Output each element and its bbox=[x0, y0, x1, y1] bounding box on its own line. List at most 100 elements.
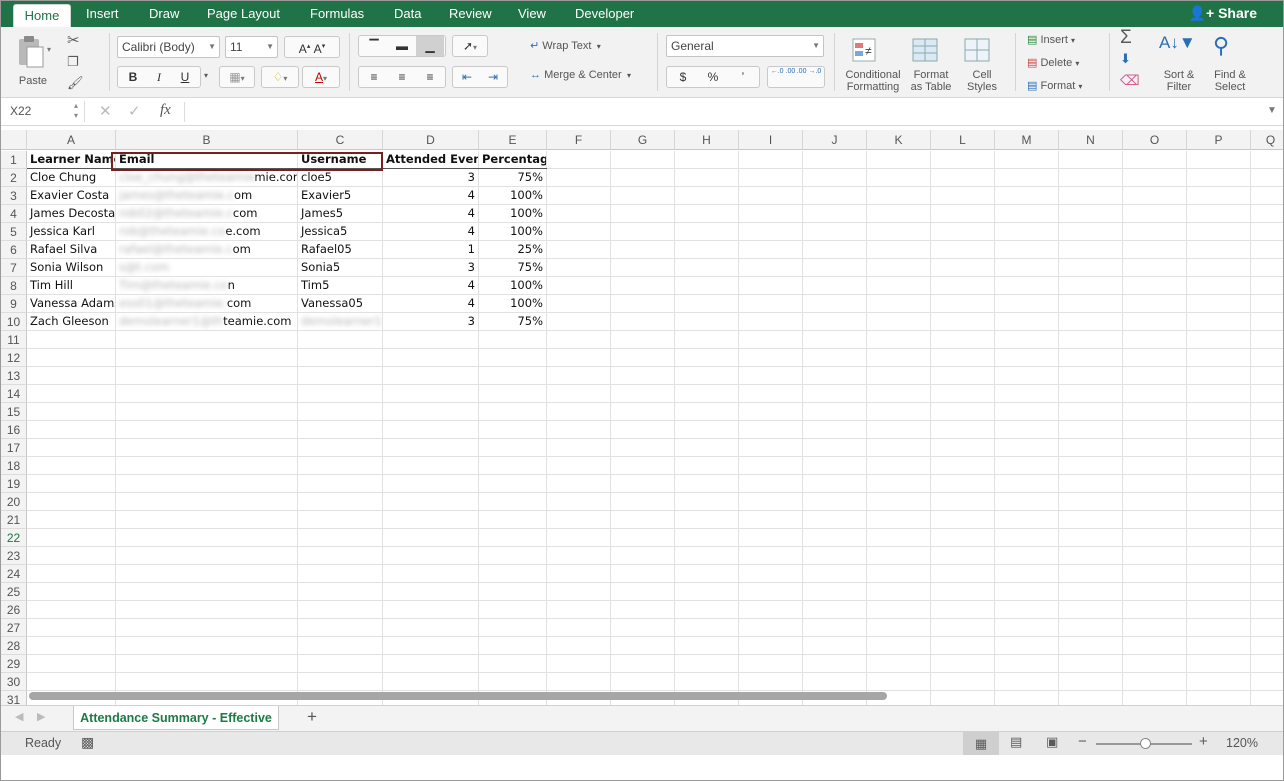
grid-cell[interactable] bbox=[1059, 493, 1123, 511]
column-header[interactable]: E bbox=[479, 130, 547, 150]
grid-cell[interactable] bbox=[611, 223, 675, 241]
grid-cell[interactable] bbox=[931, 277, 995, 295]
grid-cell[interactable]: Jessica5 bbox=[298, 223, 383, 241]
wrap-text-button[interactable]: ↵ Wrap Text ▾ bbox=[530, 39, 601, 52]
grid-cell[interactable] bbox=[611, 673, 675, 691]
grid-cell[interactable] bbox=[675, 529, 739, 547]
grid-cell[interactable] bbox=[1251, 511, 1283, 529]
grid-cell[interactable] bbox=[547, 457, 611, 475]
grid-cell[interactable] bbox=[675, 259, 739, 277]
grid-cell[interactable]: 100% bbox=[479, 205, 547, 223]
grid-cell[interactable]: James Decosta bbox=[27, 205, 116, 223]
grid-cell[interactable] bbox=[116, 475, 298, 493]
prev-sheet-icon[interactable]: ◀ bbox=[15, 710, 23, 723]
grid-cell[interactable] bbox=[611, 313, 675, 331]
grid-cell[interactable] bbox=[1187, 169, 1251, 187]
grid-cell[interactable]: Sonia5 bbox=[298, 259, 383, 277]
grid-cell[interactable] bbox=[867, 277, 931, 295]
grid-cell[interactable] bbox=[611, 493, 675, 511]
grid-cell[interactable] bbox=[867, 313, 931, 331]
align-bottom-icon[interactable]: ▁ bbox=[416, 36, 444, 56]
grid-cell[interactable] bbox=[803, 385, 867, 403]
column-header[interactable]: A bbox=[27, 130, 116, 150]
grid-cell[interactable] bbox=[547, 385, 611, 403]
grid-cell[interactable] bbox=[116, 331, 298, 349]
grid-cell[interactable] bbox=[298, 475, 383, 493]
fill-color-button[interactable]: ♢▾ bbox=[261, 66, 299, 88]
grid-cell[interactable] bbox=[803, 493, 867, 511]
grid-cell[interactable] bbox=[27, 583, 116, 601]
grid-cell[interactable] bbox=[547, 475, 611, 493]
grid-cell[interactable]: s@t.com bbox=[116, 259, 298, 277]
grid-cell[interactable] bbox=[675, 457, 739, 475]
grid-cell[interactable] bbox=[1187, 601, 1251, 619]
tab-formulas[interactable]: Formulas bbox=[310, 1, 364, 27]
grid-cell[interactable] bbox=[739, 385, 803, 403]
grid-cell[interactable] bbox=[931, 421, 995, 439]
grid-cell[interactable] bbox=[675, 619, 739, 637]
grid-cell[interactable] bbox=[479, 511, 547, 529]
grid-cell[interactable] bbox=[803, 547, 867, 565]
grid-cell[interactable] bbox=[675, 187, 739, 205]
grid-cell[interactable] bbox=[479, 457, 547, 475]
grid-cell[interactable] bbox=[675, 637, 739, 655]
grid-cell[interactable] bbox=[1123, 259, 1187, 277]
grid-cell[interactable] bbox=[1123, 277, 1187, 295]
grid-cell[interactable] bbox=[547, 295, 611, 313]
row-header[interactable]: 13 bbox=[1, 367, 27, 385]
grid-cell[interactable] bbox=[547, 673, 611, 691]
zoom-in-icon[interactable]: + bbox=[1199, 733, 1208, 750]
row-header[interactable]: 15 bbox=[1, 403, 27, 421]
column-header[interactable]: L bbox=[931, 130, 995, 150]
grid-cell[interactable] bbox=[479, 421, 547, 439]
grid-cell[interactable]: 100% bbox=[479, 277, 547, 295]
grid-cell[interactable] bbox=[547, 223, 611, 241]
grid-cell[interactable] bbox=[27, 511, 116, 529]
grid-cell[interactable]: 4 bbox=[383, 295, 479, 313]
grid-cell[interactable]: demolearner1@thteamie.com bbox=[116, 313, 298, 331]
grid-cell[interactable] bbox=[931, 565, 995, 583]
grid-cell[interactable] bbox=[739, 259, 803, 277]
grid-cell[interactable] bbox=[547, 529, 611, 547]
grid-cell[interactable] bbox=[739, 457, 803, 475]
zoom-slider-thumb[interactable] bbox=[1140, 738, 1151, 749]
decrease-indent-icon[interactable]: ⇤ bbox=[454, 67, 480, 87]
grid-cell[interactable] bbox=[1059, 277, 1123, 295]
decrease-decimal-icon[interactable]: .00 →.0 bbox=[796, 67, 822, 76]
align-left-icon[interactable]: ≡ bbox=[360, 67, 388, 87]
grid-cell[interactable] bbox=[1123, 349, 1187, 367]
grid-cell[interactable] bbox=[547, 655, 611, 673]
tab-developer[interactable]: Developer bbox=[575, 1, 634, 27]
grid-cell[interactable] bbox=[116, 637, 298, 655]
grid-cell[interactable] bbox=[1251, 673, 1283, 691]
grid-cell[interactable] bbox=[995, 205, 1059, 223]
grid-cell[interactable] bbox=[995, 277, 1059, 295]
scissors-icon[interactable]: ✂ bbox=[67, 31, 80, 49]
grid-cell[interactable] bbox=[611, 583, 675, 601]
grid-cell[interactable] bbox=[547, 151, 611, 169]
grid-cell[interactable] bbox=[1123, 241, 1187, 259]
grid-cell[interactable] bbox=[298, 403, 383, 421]
zoom-out-icon[interactable]: − bbox=[1078, 733, 1087, 750]
grid-cell[interactable] bbox=[803, 673, 867, 691]
tab-page-layout[interactable]: Page Layout bbox=[207, 1, 280, 27]
grid-cell[interactable] bbox=[739, 205, 803, 223]
grid-cell[interactable]: Tim@theteamie.con bbox=[116, 277, 298, 295]
grid-cell[interactable] bbox=[931, 529, 995, 547]
grid-cell[interactable] bbox=[803, 619, 867, 637]
grid-cell[interactable] bbox=[1059, 439, 1123, 457]
grid-cell[interactable] bbox=[611, 637, 675, 655]
grid-cell[interactable] bbox=[298, 457, 383, 475]
grid-cell[interactable] bbox=[675, 331, 739, 349]
column-header[interactable]: B bbox=[116, 130, 298, 150]
grid-cell[interactable] bbox=[27, 439, 116, 457]
chevron-down-icon[interactable]: ▾ bbox=[204, 71, 208, 80]
grid-cell[interactable] bbox=[931, 403, 995, 421]
row-header[interactable]: 1 bbox=[1, 151, 27, 169]
grid-cell[interactable] bbox=[1251, 331, 1283, 349]
grid-cell[interactable] bbox=[116, 439, 298, 457]
grid-cell[interactable] bbox=[383, 529, 479, 547]
grid-cell[interactable] bbox=[995, 529, 1059, 547]
grid-cell[interactable] bbox=[383, 457, 479, 475]
grid-cell[interactable] bbox=[1059, 241, 1123, 259]
